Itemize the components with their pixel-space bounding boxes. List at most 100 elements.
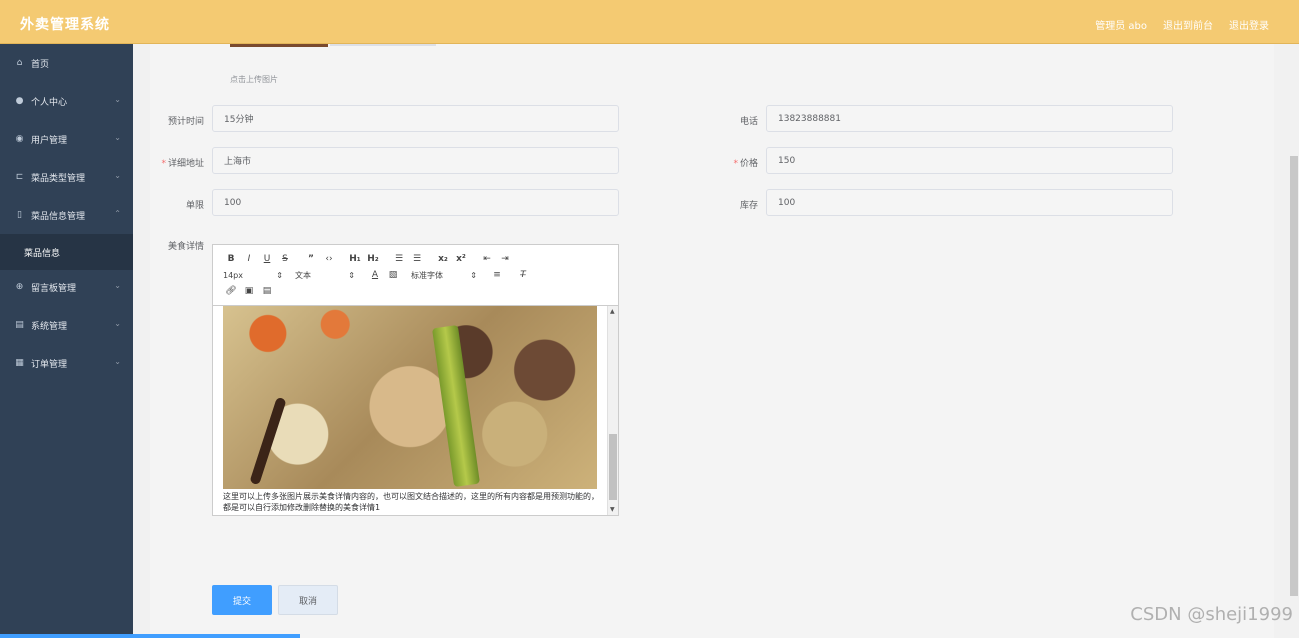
upload-box[interactable] xyxy=(330,44,436,46)
phone-icon: ▯ xyxy=(17,210,22,220)
cancel-button[interactable]: 取消 xyxy=(278,585,338,615)
chevron-down-icon: ⌄ xyxy=(114,357,121,366)
link-icon[interactable]: 🔗︎ xyxy=(223,286,239,296)
strike-button[interactable]: S xyxy=(277,254,293,264)
required-mark: * xyxy=(161,159,166,169)
app-title: 外卖管理系统 xyxy=(20,17,110,33)
sidebar-item-users[interactable]: ◉ 用户管理 ⌄ xyxy=(0,120,133,158)
editor-caption: 这里可以上传多张图片展示美食详情内容的，也可以图文结合描述的，这里的所有内容都是… xyxy=(223,492,599,512)
scrollbar-thumb[interactable] xyxy=(609,434,617,500)
outdent-icon[interactable]: ⇤ xyxy=(479,254,495,264)
stock-input[interactable]: 100 xyxy=(766,189,1173,216)
grid-icon: ▦ xyxy=(15,358,24,368)
indent-icon[interactable]: ⇥ xyxy=(497,254,513,264)
address-input[interactable]: 上海市 xyxy=(212,147,619,174)
toolbar-row: 🔗︎ ▣ ▤ xyxy=(223,283,608,299)
select-arrow-icon: ⇕ xyxy=(348,270,355,280)
header2-button[interactable]: H₂ xyxy=(365,254,381,264)
crop-icon: ⊏ xyxy=(15,172,24,182)
image-icon[interactable]: ▣ xyxy=(241,286,257,296)
subscript-button[interactable]: x₂ xyxy=(435,254,451,264)
select-arrow-icon: ⇕ xyxy=(470,270,477,280)
sidebar-item-label: 系统管理 xyxy=(31,321,68,332)
location-icon: ◉ xyxy=(15,134,24,144)
page-scrollbar[interactable] xyxy=(1288,44,1299,638)
sidebar-item-home[interactable]: ⌂ 首页 xyxy=(0,44,133,82)
limit-input[interactable]: 100 xyxy=(212,189,619,216)
header1-button[interactable]: H₁ xyxy=(347,254,363,264)
user-icon: ● xyxy=(15,96,24,106)
bold-button[interactable]: B xyxy=(223,254,239,264)
sidebar-item-label: 留言板管理 xyxy=(31,283,77,294)
admin-user-link[interactable]: 管理员 abo xyxy=(1095,17,1147,32)
select-arrow-icon: ⇕ xyxy=(276,270,283,280)
price-label: * 价格 xyxy=(733,159,758,169)
sidebar-subitem-dish-info[interactable]: 菜品信息 xyxy=(0,234,133,270)
back-to-frontend-link[interactable]: 退出到前台 xyxy=(1163,17,1213,32)
background-color-icon[interactable]: ▧ xyxy=(385,270,401,280)
superscript-button[interactable]: x² xyxy=(453,254,469,264)
logout-link[interactable]: 退出登录 xyxy=(1229,17,1269,32)
sidebar-item-orders[interactable]: ▦ 订单管理 ⌄ xyxy=(0,344,133,382)
editor-content[interactable]: 这里可以上传多张图片展示美食详情内容的，也可以图文结合描述的，这里的所有内容都是… xyxy=(213,306,618,515)
editor-scrollbar[interactable]: ▲ ▼ xyxy=(607,306,618,515)
rich-text-editor: B I U S ” ‹› H₁ H₂ ☰ ☰ x₂ x² ⇤ ⇥ 14px ⇕ … xyxy=(212,244,619,516)
home-icon: ⌂ xyxy=(16,58,23,68)
main-content: 点击上传图片 预计时间 15分钟 电话 13823888881 * 详细地址 上海… xyxy=(133,44,1299,638)
toolbar-row: B I U S ” ‹› H₁ H₂ ☰ ☰ x₂ x² ⇤ ⇥ xyxy=(223,251,608,267)
watermark: CSDN @sheji1999 xyxy=(1130,604,1293,625)
phone-input[interactable]: 13823888881 xyxy=(766,105,1173,132)
code-icon[interactable]: ‹› xyxy=(321,254,337,264)
sidebar-item-label: 菜品信息管理 xyxy=(31,211,86,222)
editor-toolbar: B I U S ” ‹› H₁ H₂ ☰ ☰ x₂ x² ⇤ ⇥ 14px ⇕ … xyxy=(213,245,618,306)
sidebar-item-label: 首页 xyxy=(31,59,50,70)
submit-button[interactable]: 提交 xyxy=(212,585,272,615)
font-color-button[interactable]: A xyxy=(367,270,383,280)
detail-label: 美食详情 xyxy=(167,242,204,252)
chevron-down-icon: ⌄ xyxy=(114,281,121,290)
chevron-down-icon: ⌄ xyxy=(114,133,121,142)
globe-icon: ⊕ xyxy=(15,282,24,292)
page-scrollbar-thumb[interactable] xyxy=(1290,156,1298,596)
blockquote-icon[interactable]: ” xyxy=(303,254,319,264)
sidebar-item-messages[interactable]: ⊕ 留言板管理 ⌄ xyxy=(0,268,133,306)
sidebar-item-personal[interactable]: ● 个人中心 ⌄ xyxy=(0,82,133,120)
phone-label: 电话 xyxy=(739,117,758,127)
sidebar-item-dish-info[interactable]: ▯ 菜品信息管理 ⌃ xyxy=(0,196,133,234)
time-label: 预计时间 xyxy=(167,117,204,127)
upload-hint: 点击上传图片 xyxy=(230,75,278,84)
sidebar-item-label: 用户管理 xyxy=(31,135,68,146)
scroll-down-icon[interactable]: ▼ xyxy=(610,506,615,513)
uploaded-image-thumbnail[interactable] xyxy=(230,44,328,47)
header-links: 管理员 abo 退出到前台 退出登录 xyxy=(1095,17,1269,32)
chevron-down-icon: ⌄ xyxy=(114,319,121,328)
stock-label: 库存 xyxy=(739,201,758,211)
clipboard-icon: ▤ xyxy=(15,320,24,330)
italic-button[interactable]: I xyxy=(241,254,257,264)
sidebar-item-label: 个人中心 xyxy=(31,97,68,108)
required-mark: * xyxy=(733,159,738,169)
sidebar-item-label: 订单管理 xyxy=(31,359,68,370)
chevron-down-icon: ⌄ xyxy=(114,95,121,104)
price-input[interactable]: 150 xyxy=(766,147,1173,174)
font-size-select[interactable]: 14px ⇕ xyxy=(223,271,283,280)
form-panel: 点击上传图片 预计时间 15分钟 电话 13823888881 * 详细地址 上海… xyxy=(150,44,1274,638)
sidebar-item-label: 菜品类型管理 xyxy=(31,173,86,184)
text-style-select[interactable]: 文本 ⇕ xyxy=(295,270,355,281)
ordered-list-icon[interactable]: ☰ xyxy=(391,254,407,264)
sidebar: ⌂ 首页 ● 个人中心 ⌄ ◉ 用户管理 ⌄ ⊏ 菜品类型管理 ⌄ ▯ 菜品信息… xyxy=(0,44,133,638)
sidebar-item-system[interactable]: ▤ 系统管理 ⌄ xyxy=(0,306,133,344)
video-icon[interactable]: ▤ xyxy=(259,286,275,296)
font-family-select[interactable]: 标准字体 ⇕ xyxy=(411,270,477,281)
chevron-up-icon: ⌃ xyxy=(114,209,121,218)
underline-button[interactable]: U xyxy=(259,254,275,264)
clear-format-icon[interactable]: T̶ xyxy=(515,270,531,280)
toolbar-row: 14px ⇕ 文本 ⇕ A ▧ 标准字体 ⇕ ≡ T̶ xyxy=(223,267,608,283)
chevron-down-icon: ⌄ xyxy=(114,171,121,180)
address-label: * 详细地址 xyxy=(161,159,204,169)
align-icon[interactable]: ≡ xyxy=(489,270,505,280)
scroll-up-icon[interactable]: ▲ xyxy=(610,308,615,315)
bullet-list-icon[interactable]: ☰ xyxy=(409,254,425,264)
time-input[interactable]: 15分钟 xyxy=(212,105,619,132)
sidebar-item-dish-types[interactable]: ⊏ 菜品类型管理 ⌄ xyxy=(0,158,133,196)
